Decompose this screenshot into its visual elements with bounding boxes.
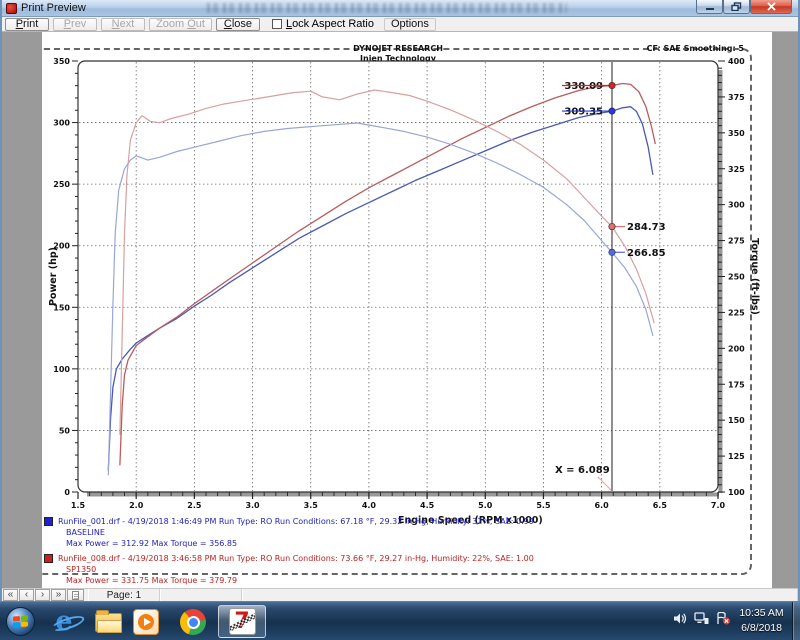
dynojet-winpep-icon: 7 [229, 608, 256, 635]
run-label: BASELINE [58, 527, 534, 538]
system-tray [673, 612, 731, 625]
close-icon [767, 2, 776, 11]
clock-time: 10:35 AM [733, 606, 790, 621]
legend-row: RunFile_008.drf Max Power = 331.75 Max T… [86, 75, 345, 84]
restore-button[interactable] [723, 0, 750, 14]
media-player-icon [133, 609, 159, 635]
toolbar: Print Prev Next Zoom Out Close Lock Aspe… [2, 17, 798, 32]
status-cell [160, 589, 242, 601]
restore-icon [731, 2, 742, 11]
taskbar-clock[interactable]: 10:35 AM 6/8/2018 [733, 606, 790, 636]
titlebar[interactable]: Print Preview [2, 0, 798, 17]
legend-swatch-red [86, 76, 93, 83]
taskbar-item-media-player[interactable] [131, 608, 161, 636]
print-page: DYNOJET RESEARCH Injen Technology CF: SA… [42, 32, 772, 588]
run-label: SP1350 [58, 564, 534, 575]
titlebar-ghost-text [207, 3, 567, 13]
chart-subtitle: Injen Technology [78, 54, 718, 64]
next-page-button[interactable]: › [35, 589, 50, 601]
correction-smoothing-label: CF: SAE Smoothing: 5 [647, 44, 744, 53]
print-button[interactable]: Print [5, 18, 49, 31]
page-margin-border [42, 48, 752, 575]
clock-date: 6/8/2018 [733, 621, 790, 636]
network-icon[interactable] [694, 612, 709, 625]
lock-aspect-ratio-label: Lock Aspect Ratio [286, 18, 374, 30]
page-indicator: Page: 1 [88, 589, 160, 601]
page-setup-button[interactable] [67, 589, 84, 601]
run-maxima: Max Power = 331.75 Max Torque = 379.79 [58, 575, 534, 586]
run-info-block: RunFile_001.drf - 4/19/2018 1:46:49 PM R… [44, 516, 534, 588]
internet-explorer-icon: e [55, 609, 72, 635]
print-preview-window: Print Preview Print Prev Next Zoom Out C… [0, 0, 800, 601]
show-desktop-button[interactable] [792, 602, 800, 640]
zoom-out-button[interactable]: Zoom Out [149, 18, 212, 31]
taskbar: e 7 [0, 601, 800, 640]
chart-brand: DYNOJET RESEARCH [78, 44, 718, 54]
window-title: Print Preview [21, 2, 86, 14]
chrome-icon [180, 609, 206, 635]
run-swatch-blue [44, 517, 53, 526]
statusbar: « ‹ › » Page: 1 [2, 588, 798, 601]
action-center-flag-icon[interactable] [716, 612, 731, 625]
taskbar-item-internet-explorer[interactable]: e [49, 608, 79, 636]
run-conditions: RunFile_001.drf - 4/19/2018 1:46:49 PM R… [58, 516, 534, 527]
start-button[interactable] [6, 607, 35, 636]
volume-icon[interactable] [673, 612, 687, 625]
close-preview-button[interactable]: Close [216, 18, 260, 31]
run-info-row: RunFile_008.drf - 4/19/2018 3:46:58 PM R… [44, 553, 534, 586]
run-swatch-red [44, 554, 53, 563]
taskbar-item-chrome[interactable] [178, 608, 208, 636]
lock-aspect-ratio-checkbox[interactable] [272, 19, 282, 29]
last-page-button[interactable]: » [51, 589, 66, 601]
prev-button[interactable]: Prev [53, 18, 97, 31]
folder-icon [95, 613, 122, 632]
run-conditions: RunFile_008.drf - 4/19/2018 3:46:58 PM R… [58, 553, 534, 564]
close-button[interactable] [750, 0, 792, 14]
windows-logo-icon [13, 615, 28, 628]
run-maxima: Max Power = 312.92 Max Torque = 356.85 [58, 538, 534, 549]
minimize-icon [705, 3, 715, 11]
next-button[interactable]: Next [101, 18, 145, 31]
options-button[interactable]: Options [384, 18, 436, 31]
run-info-row: RunFile_001.drf - 4/19/2018 1:46:49 PM R… [44, 516, 534, 549]
prev-page-button[interactable]: ‹ [19, 589, 34, 601]
app-icon [6, 3, 17, 14]
minimize-button[interactable] [696, 0, 723, 14]
taskbar-item-winpep-active[interactable]: 7 [218, 605, 266, 638]
first-page-button[interactable]: « [3, 589, 18, 601]
screen: Print Preview Print Prev Next Zoom Out C… [0, 0, 800, 640]
status-cell [242, 589, 798, 601]
legend-row: RunFile_001.drf Max Power = 312.92 Max T… [86, 66, 345, 75]
chart-legend: RunFile_001.drf Max Power = 312.92 Max T… [86, 66, 345, 84]
preview-workspace: DYNOJET RESEARCH Injen Technology CF: SA… [2, 32, 798, 588]
taskbar-item-file-explorer[interactable] [93, 608, 123, 636]
page-icon [72, 591, 79, 600]
legend-swatch-blue [86, 67, 93, 74]
